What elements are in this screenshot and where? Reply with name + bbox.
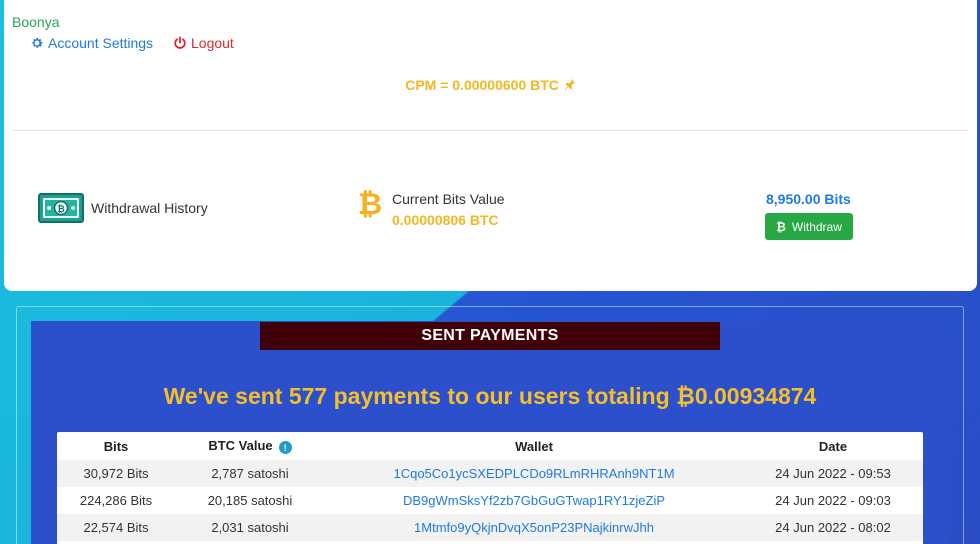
col-btc-label: BTC Value bbox=[208, 437, 273, 453]
cell-btc-value: 2,787 satoshi bbox=[175, 460, 325, 487]
bitcoin-icon: ₿ bbox=[358, 187, 382, 219]
pin-icon bbox=[564, 78, 575, 91]
cell-wallet-link[interactable]: DB9gWmSksYf2zb7GbGuGTwap1RY1zjeZiP bbox=[325, 487, 743, 514]
svg-text:₿: ₿ bbox=[358, 187, 382, 219]
withdraw-button[interactable]: ₿ Withdraw bbox=[765, 213, 853, 240]
table-row: 22,574 Bits 2,031 satoshi 1Mtmfo9yQkjnDv… bbox=[57, 514, 923, 541]
col-date-header: Date bbox=[743, 432, 923, 460]
logout-label: Logout bbox=[191, 35, 234, 51]
payments-summary: We've sent 577 payments to our users tot… bbox=[163, 383, 817, 409]
col-bits-label: Bits bbox=[103, 438, 129, 454]
col-bits-header: Bits bbox=[57, 432, 175, 460]
account-settings-link[interactable]: Account Settings bbox=[30, 35, 153, 51]
cell-date: 24 Jun 2022 - 09:03 bbox=[743, 487, 923, 514]
username: Boonya bbox=[12, 14, 60, 30]
table-row: 30,972 Bits 2,787 satoshi 1Cqo5Co1ycSXED… bbox=[57, 460, 923, 487]
cell-btc-value: 20,185 satoshi bbox=[175, 487, 325, 514]
sent-payments-header: SENT PAYMENTS bbox=[260, 322, 720, 350]
money-icon: ₿ bbox=[38, 193, 84, 223]
current-bits-label: Current Bits Value bbox=[392, 191, 505, 207]
payments-table: Bits BTC Value! Wallet Date 30,972 Bits … bbox=[57, 432, 923, 544]
col-wallet-header: Wallet bbox=[325, 432, 743, 460]
cpm-text: CPM = 0.00000600 BTC bbox=[405, 77, 559, 93]
bits-balance: 8,950.00 Bits bbox=[766, 191, 851, 207]
cell-date: 24 Jun 2022 - 09:53 bbox=[743, 460, 923, 487]
info-icon[interactable]: ! bbox=[278, 441, 292, 455]
svg-text:₿: ₿ bbox=[57, 204, 64, 215]
gear-icon bbox=[32, 38, 43, 48]
table-row: 224,286 Bits 20,185 satoshi DB9gWmSksYf2… bbox=[57, 487, 923, 514]
col-btc-header: BTC Value! bbox=[175, 432, 325, 460]
logout-link[interactable]: Logout bbox=[173, 35, 234, 51]
account-card: Boonya Account Settings Logout CPM = 0.0… bbox=[4, 0, 977, 291]
cell-bits: 22,574 Bits bbox=[57, 514, 175, 541]
col-date-label: Date bbox=[818, 438, 848, 454]
cell-bits: 30,972 Bits bbox=[57, 460, 175, 487]
col-wallet-label: Wallet bbox=[515, 438, 553, 454]
cell-btc-value: 2,031 satoshi bbox=[175, 514, 325, 541]
withdraw-label: Withdraw bbox=[791, 219, 842, 234]
divider bbox=[13, 130, 968, 131]
cell-wallet-link[interactable]: 1Mtmfo9yQkjnDvqX5onP23PNajkinrwJhh bbox=[325, 514, 743, 541]
cell-bits: 224,286 Bits bbox=[57, 487, 175, 514]
withdrawal-history-link[interactable]: Withdrawal History bbox=[91, 200, 208, 216]
bitcoin-small-icon: ₿ bbox=[776, 219, 786, 234]
table-header-row: Bits BTC Value! Wallet Date bbox=[57, 432, 923, 460]
cell-wallet-link[interactable]: 1Cqo5Co1ycSXEDPLCDo9RLmRHRAnh9NT1M bbox=[325, 460, 743, 487]
cpm-rate: CPM = 0.00000600 BTC bbox=[4, 77, 977, 93]
cell-date: 24 Jun 2022 - 08:02 bbox=[743, 514, 923, 541]
current-bits-value: 0.00000806 BTC bbox=[392, 212, 499, 228]
power-icon bbox=[174, 36, 186, 49]
account-settings-label: Account Settings bbox=[48, 35, 154, 51]
